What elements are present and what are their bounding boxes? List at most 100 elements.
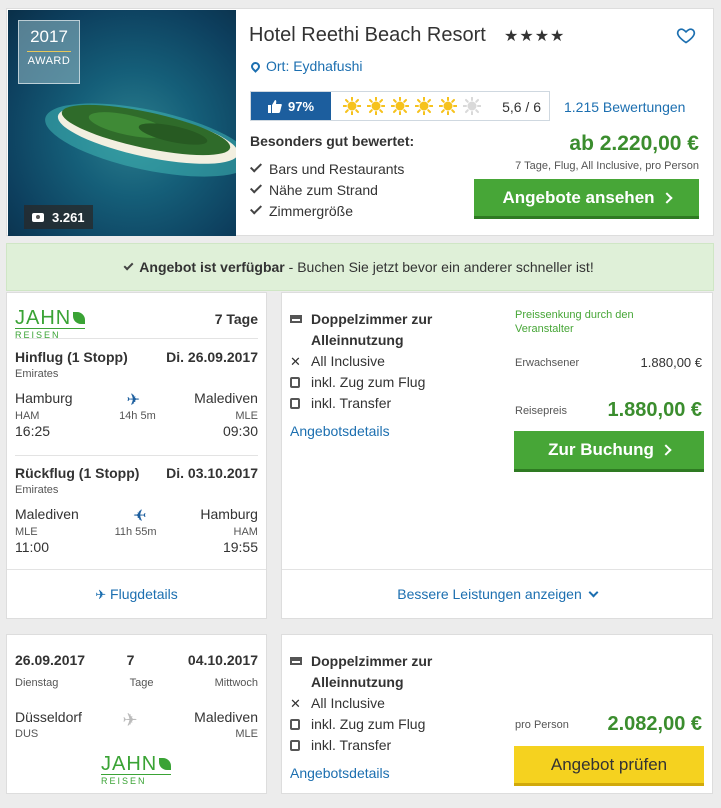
trip-duration: 7 Tage <box>214 311 258 327</box>
hotel-services: Doppelzimmer zur Alleinnutzung ✕ All Incl… <box>290 309 480 439</box>
book-label: Zur Buchung <box>548 440 654 459</box>
photo-count-badge[interactable]: 3.261 <box>24 205 93 229</box>
check-offer-button[interactable]: Angebot prüfen <box>514 746 704 786</box>
bed-icon <box>290 657 302 665</box>
rated-item: Zimmergröße <box>249 201 404 222</box>
map-pin-icon <box>249 59 262 73</box>
view-offers-button[interactable]: Angebote ansehen <box>474 179 699 219</box>
inbound-arr-time: 19:55 <box>222 539 258 555</box>
offer-price: 2.082,00 € <box>607 713 702 735</box>
check-icon <box>249 202 263 215</box>
photo-count: 3.261 <box>52 209 85 225</box>
offer-card: Doppelzimmer zur Alleinnutzung ✕ All Incl… <box>281 292 713 619</box>
outbound-flight-time: 14h 5m <box>119 410 156 422</box>
inbound-from-code: MLE <box>15 526 38 538</box>
outbound-arr-time: 09:30 <box>222 423 258 439</box>
sun-icon <box>414 96 434 116</box>
offer-details-link[interactable]: Angebotsdetails <box>290 765 480 781</box>
book-button[interactable]: Zur Buchung <box>514 431 704 472</box>
award-label: AWARD <box>27 55 71 67</box>
transfer-text: inkl. Transfer <box>311 737 392 753</box>
hotel-location[interactable]: Ort: Eydhafushi <box>249 58 363 74</box>
bus-icon <box>290 398 300 409</box>
view-offers-label: Angebote ansehen <box>502 187 655 207</box>
train-text: inkl. Zug zum Flug <box>311 374 426 390</box>
adult-row: Erwachsener 1.880,00 € <box>515 355 702 370</box>
arrival-city: Malediven <box>194 709 258 725</box>
nights-label: Tage <box>129 677 154 689</box>
travel-price: 1.880,00 € <box>607 399 702 421</box>
rated-item: Nähe zum Strand <box>249 180 404 201</box>
chevron-down-icon <box>588 587 599 598</box>
reviews-link[interactable]: 1.215 Bewertungen <box>564 99 685 115</box>
inbound-dep-time: 11:00 <box>15 539 49 555</box>
train-icon <box>290 719 300 730</box>
outbound-title: Hinflug (1 Stopp) <box>15 349 128 365</box>
outbound-from-code: HAM <box>15 410 40 422</box>
better-services-link[interactable]: Bessere Leistungen anzeigen <box>282 586 712 602</box>
availability-banner: Angebot ist verfügbar - Buchen Sie jetzt… <box>6 243 714 291</box>
operator-logo: JAHN REISEN <box>15 308 86 341</box>
leaf-icon <box>73 312 86 324</box>
inbound-title: Rückflug (1 Stopp) <box>15 465 140 481</box>
plane-icon: ✈ <box>132 508 147 525</box>
flight-card: JAHN REISEN 7 Tage Hinflug (1 Stopp) Di.… <box>6 292 267 619</box>
price-note: 7 Tage, Flug, All Inclusive, pro Person <box>515 160 699 172</box>
availability-bold: Angebot ist verfügbar <box>139 259 285 275</box>
offer-card-2: Doppelzimmer zur Alleinnutzung ✕ All Incl… <box>281 634 713 794</box>
train-text: inkl. Zug zum Flug <box>311 716 426 732</box>
inbound-to-city: Hamburg <box>200 506 258 522</box>
board-type: All Inclusive <box>311 353 385 369</box>
location-text: Ort: Eydhafushi <box>266 58 363 74</box>
offer-details-link[interactable]: Angebotsdetails <box>290 423 480 439</box>
hotel-card: 2017 AWARD 3.261 Hotel Reethi Beach Reso… <box>6 8 714 236</box>
divider <box>7 569 266 570</box>
chevron-right-icon <box>660 444 672 456</box>
cutlery-icon: ✕ <box>290 354 301 369</box>
trip-card: 26.09.2017 7 04.10.2017 Dienstag Tage Mi… <box>6 634 267 794</box>
plane-icon: ✈ <box>126 392 141 409</box>
inbound-to-code: HAM <box>233 526 258 538</box>
leaf-icon <box>159 758 172 770</box>
start-day: Dienstag <box>15 677 59 689</box>
rated-heading: Besonders gut bewertet: <box>250 133 415 149</box>
bus-icon <box>290 740 300 751</box>
rated-list: Bars und Restaurants Nähe zum Strand Zim… <box>249 159 404 222</box>
departure-code: DUS <box>15 728 39 740</box>
outbound-date: Di. 26.09.2017 <box>166 349 258 365</box>
hotel-services: Doppelzimmer zur Alleinnutzung ✕ All Incl… <box>290 651 480 781</box>
room-type: Doppelzimmer zur Alleinnutzung <box>311 653 433 690</box>
check-icon <box>249 181 263 194</box>
divider <box>15 455 258 456</box>
outbound-from-city: Hamburg <box>15 390 73 406</box>
inbound-airline: Emirates <box>15 484 59 496</box>
inbound-flight-time: 11h 55m <box>114 526 157 538</box>
adult-label: Erwachsener <box>515 356 580 369</box>
award-badge: 2017 AWARD <box>18 20 80 84</box>
hotel-name[interactable]: Hotel Reethi Beach Resort <box>249 24 486 47</box>
sun-icon-empty <box>462 96 482 116</box>
arrival-code: MLE <box>235 728 258 740</box>
inbound-date: Di. 03.10.2017 <box>166 465 258 481</box>
outbound-to-city: Malediven <box>194 390 258 406</box>
flight-details-link[interactable]: ✈ Flugdetails <box>7 586 266 603</box>
award-year: 2017 <box>30 27 68 46</box>
hotel-photo[interactable]: 2017 AWARD 3.261 <box>8 10 236 236</box>
sun-icon <box>366 96 386 116</box>
departure-city: Düsseldorf <box>15 709 82 725</box>
outbound-flight: Hinflug (1 Stopp) Di. 26.09.2017 Emirate… <box>15 349 258 449</box>
check-icon <box>249 160 263 173</box>
sun-icon <box>342 96 362 116</box>
adult-price: 1.880,00 € <box>640 355 702 370</box>
divider <box>282 569 712 570</box>
transfer-text: inkl. Transfer <box>311 395 392 411</box>
rated-item: Bars und Restaurants <box>249 159 404 180</box>
inbound-flight: Rückflug (1 Stopp) Di. 03.10.2017 Emirat… <box>15 465 258 565</box>
end-date: 04.10.2017 <box>187 652 258 668</box>
heart-icon[interactable] <box>676 25 696 45</box>
sun-icon <box>438 96 458 116</box>
price-from: ab 2.220,00 € <box>569 132 699 155</box>
award-divider <box>27 51 71 52</box>
outbound-dep-time: 16:25 <box>15 423 51 439</box>
trip-nights: 7 <box>126 652 135 668</box>
